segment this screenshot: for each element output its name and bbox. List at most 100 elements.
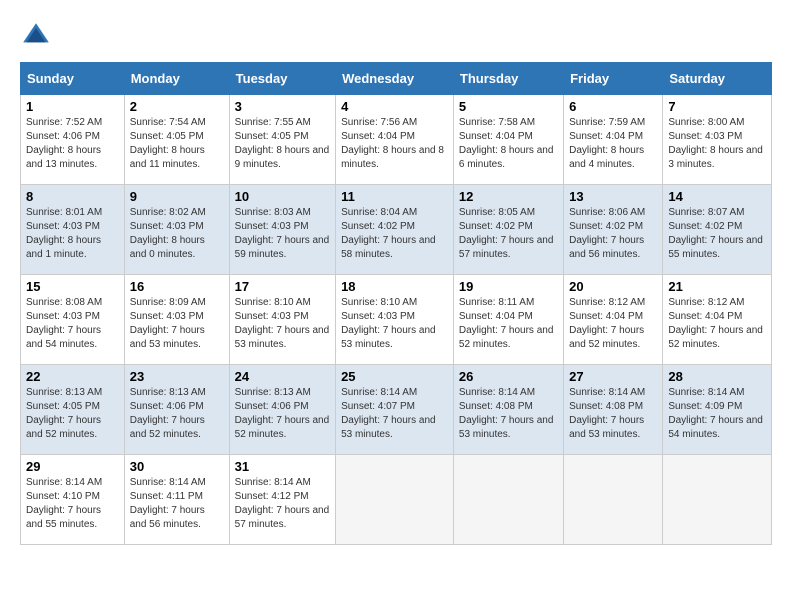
day-number: 29 xyxy=(26,459,119,474)
day-info: Sunrise: 8:11 AM Sunset: 4:04 PM Dayligh… xyxy=(459,296,558,352)
day-cell: 26 Sunrise: 8:14 AM Sunset: 4:08 PM Dayl… xyxy=(453,365,563,455)
day-info: Sunrise: 7:58 AM Sunset: 4:04 PM Dayligh… xyxy=(459,116,558,172)
day-info: Sunrise: 7:55 AM Sunset: 4:05 PM Dayligh… xyxy=(235,116,330,172)
day-info: Sunrise: 8:09 AM Sunset: 4:03 PM Dayligh… xyxy=(130,296,224,352)
day-number: 7 xyxy=(668,99,766,114)
day-cell: 3 Sunrise: 7:55 AM Sunset: 4:05 PM Dayli… xyxy=(229,95,335,185)
day-cell: 22 Sunrise: 8:13 AM Sunset: 4:05 PM Dayl… xyxy=(21,365,125,455)
day-number: 19 xyxy=(459,279,558,294)
day-info: Sunrise: 8:00 AM Sunset: 4:03 PM Dayligh… xyxy=(668,116,766,172)
day-info: Sunrise: 8:07 AM Sunset: 4:02 PM Dayligh… xyxy=(668,206,766,262)
day-number: 30 xyxy=(130,459,224,474)
day-info: Sunrise: 8:10 AM Sunset: 4:03 PM Dayligh… xyxy=(235,296,330,352)
day-cell: 4 Sunrise: 7:56 AM Sunset: 4:04 PM Dayli… xyxy=(336,95,454,185)
day-info: Sunrise: 8:13 AM Sunset: 4:06 PM Dayligh… xyxy=(130,386,224,442)
day-info: Sunrise: 8:14 AM Sunset: 4:10 PM Dayligh… xyxy=(26,476,119,532)
day-number: 20 xyxy=(569,279,657,294)
day-cell: 25 Sunrise: 8:14 AM Sunset: 4:07 PM Dayl… xyxy=(336,365,454,455)
day-cell: 23 Sunrise: 8:13 AM Sunset: 4:06 PM Dayl… xyxy=(124,365,229,455)
day-info: Sunrise: 8:12 AM Sunset: 4:04 PM Dayligh… xyxy=(569,296,657,352)
day-cell: 21 Sunrise: 8:12 AM Sunset: 4:04 PM Dayl… xyxy=(663,275,772,365)
day-number: 27 xyxy=(569,369,657,384)
day-number: 6 xyxy=(569,99,657,114)
week-row-4: 22 Sunrise: 8:13 AM Sunset: 4:05 PM Dayl… xyxy=(21,365,772,455)
day-number: 16 xyxy=(130,279,224,294)
day-header-tuesday: Tuesday xyxy=(229,63,335,95)
day-cell: 6 Sunrise: 7:59 AM Sunset: 4:04 PM Dayli… xyxy=(564,95,663,185)
day-cell xyxy=(564,455,663,545)
day-cell xyxy=(663,455,772,545)
day-number: 5 xyxy=(459,99,558,114)
day-cell: 20 Sunrise: 8:12 AM Sunset: 4:04 PM Dayl… xyxy=(564,275,663,365)
day-info: Sunrise: 8:12 AM Sunset: 4:04 PM Dayligh… xyxy=(668,296,766,352)
day-info: Sunrise: 7:59 AM Sunset: 4:04 PM Dayligh… xyxy=(569,116,657,172)
logo-icon xyxy=(20,20,52,52)
day-cell: 14 Sunrise: 8:07 AM Sunset: 4:02 PM Dayl… xyxy=(663,185,772,275)
day-number: 2 xyxy=(130,99,224,114)
header-row: SundayMondayTuesdayWednesdayThursdayFrid… xyxy=(21,63,772,95)
day-number: 17 xyxy=(235,279,330,294)
day-info: Sunrise: 8:14 AM Sunset: 4:09 PM Dayligh… xyxy=(668,386,766,442)
day-cell: 27 Sunrise: 8:14 AM Sunset: 4:08 PM Dayl… xyxy=(564,365,663,455)
day-info: Sunrise: 8:13 AM Sunset: 4:06 PM Dayligh… xyxy=(235,386,330,442)
day-number: 22 xyxy=(26,369,119,384)
day-number: 12 xyxy=(459,189,558,204)
week-row-3: 15 Sunrise: 8:08 AM Sunset: 4:03 PM Dayl… xyxy=(21,275,772,365)
week-row-2: 8 Sunrise: 8:01 AM Sunset: 4:03 PM Dayli… xyxy=(21,185,772,275)
day-cell: 19 Sunrise: 8:11 AM Sunset: 4:04 PM Dayl… xyxy=(453,275,563,365)
day-number: 24 xyxy=(235,369,330,384)
day-number: 1 xyxy=(26,99,119,114)
day-info: Sunrise: 8:10 AM Sunset: 4:03 PM Dayligh… xyxy=(341,296,448,352)
day-cell: 30 Sunrise: 8:14 AM Sunset: 4:11 PM Dayl… xyxy=(124,455,229,545)
day-number: 4 xyxy=(341,99,448,114)
day-info: Sunrise: 8:13 AM Sunset: 4:05 PM Dayligh… xyxy=(26,386,119,442)
day-cell: 11 Sunrise: 8:04 AM Sunset: 4:02 PM Dayl… xyxy=(336,185,454,275)
day-info: Sunrise: 8:14 AM Sunset: 4:08 PM Dayligh… xyxy=(459,386,558,442)
day-info: Sunrise: 8:14 AM Sunset: 4:07 PM Dayligh… xyxy=(341,386,448,442)
page-header xyxy=(20,20,772,52)
day-cell: 28 Sunrise: 8:14 AM Sunset: 4:09 PM Dayl… xyxy=(663,365,772,455)
day-info: Sunrise: 8:05 AM Sunset: 4:02 PM Dayligh… xyxy=(459,206,558,262)
day-info: Sunrise: 8:14 AM Sunset: 4:12 PM Dayligh… xyxy=(235,476,330,532)
week-row-5: 29 Sunrise: 8:14 AM Sunset: 4:10 PM Dayl… xyxy=(21,455,772,545)
day-number: 23 xyxy=(130,369,224,384)
day-number: 13 xyxy=(569,189,657,204)
day-number: 11 xyxy=(341,189,448,204)
day-info: Sunrise: 8:06 AM Sunset: 4:02 PM Dayligh… xyxy=(569,206,657,262)
day-cell: 1 Sunrise: 7:52 AM Sunset: 4:06 PM Dayli… xyxy=(21,95,125,185)
day-cell: 13 Sunrise: 8:06 AM Sunset: 4:02 PM Dayl… xyxy=(564,185,663,275)
day-info: Sunrise: 7:56 AM Sunset: 4:04 PM Dayligh… xyxy=(341,116,448,172)
day-info: Sunrise: 8:14 AM Sunset: 4:08 PM Dayligh… xyxy=(569,386,657,442)
day-header-thursday: Thursday xyxy=(453,63,563,95)
day-header-saturday: Saturday xyxy=(663,63,772,95)
day-number: 31 xyxy=(235,459,330,474)
logo xyxy=(20,20,56,52)
day-number: 25 xyxy=(341,369,448,384)
day-cell: 16 Sunrise: 8:09 AM Sunset: 4:03 PM Dayl… xyxy=(124,275,229,365)
calendar-table: SundayMondayTuesdayWednesdayThursdayFrid… xyxy=(20,62,772,545)
day-info: Sunrise: 8:01 AM Sunset: 4:03 PM Dayligh… xyxy=(26,206,119,262)
day-number: 15 xyxy=(26,279,119,294)
day-number: 10 xyxy=(235,189,330,204)
day-cell: 7 Sunrise: 8:00 AM Sunset: 4:03 PM Dayli… xyxy=(663,95,772,185)
day-info: Sunrise: 7:54 AM Sunset: 4:05 PM Dayligh… xyxy=(130,116,224,172)
day-header-monday: Monday xyxy=(124,63,229,95)
day-header-wednesday: Wednesday xyxy=(336,63,454,95)
week-row-1: 1 Sunrise: 7:52 AM Sunset: 4:06 PM Dayli… xyxy=(21,95,772,185)
day-cell xyxy=(336,455,454,545)
day-cell: 12 Sunrise: 8:05 AM Sunset: 4:02 PM Dayl… xyxy=(453,185,563,275)
day-cell: 9 Sunrise: 8:02 AM Sunset: 4:03 PM Dayli… xyxy=(124,185,229,275)
day-info: Sunrise: 7:52 AM Sunset: 4:06 PM Dayligh… xyxy=(26,116,119,172)
day-info: Sunrise: 8:14 AM Sunset: 4:11 PM Dayligh… xyxy=(130,476,224,532)
day-info: Sunrise: 8:02 AM Sunset: 4:03 PM Dayligh… xyxy=(130,206,224,262)
day-number: 9 xyxy=(130,189,224,204)
day-cell: 31 Sunrise: 8:14 AM Sunset: 4:12 PM Dayl… xyxy=(229,455,335,545)
day-header-sunday: Sunday xyxy=(21,63,125,95)
day-number: 14 xyxy=(668,189,766,204)
day-cell: 15 Sunrise: 8:08 AM Sunset: 4:03 PM Dayl… xyxy=(21,275,125,365)
day-cell: 24 Sunrise: 8:13 AM Sunset: 4:06 PM Dayl… xyxy=(229,365,335,455)
day-cell: 18 Sunrise: 8:10 AM Sunset: 4:03 PM Dayl… xyxy=(336,275,454,365)
day-number: 8 xyxy=(26,189,119,204)
day-cell: 17 Sunrise: 8:10 AM Sunset: 4:03 PM Dayl… xyxy=(229,275,335,365)
day-cell: 29 Sunrise: 8:14 AM Sunset: 4:10 PM Dayl… xyxy=(21,455,125,545)
